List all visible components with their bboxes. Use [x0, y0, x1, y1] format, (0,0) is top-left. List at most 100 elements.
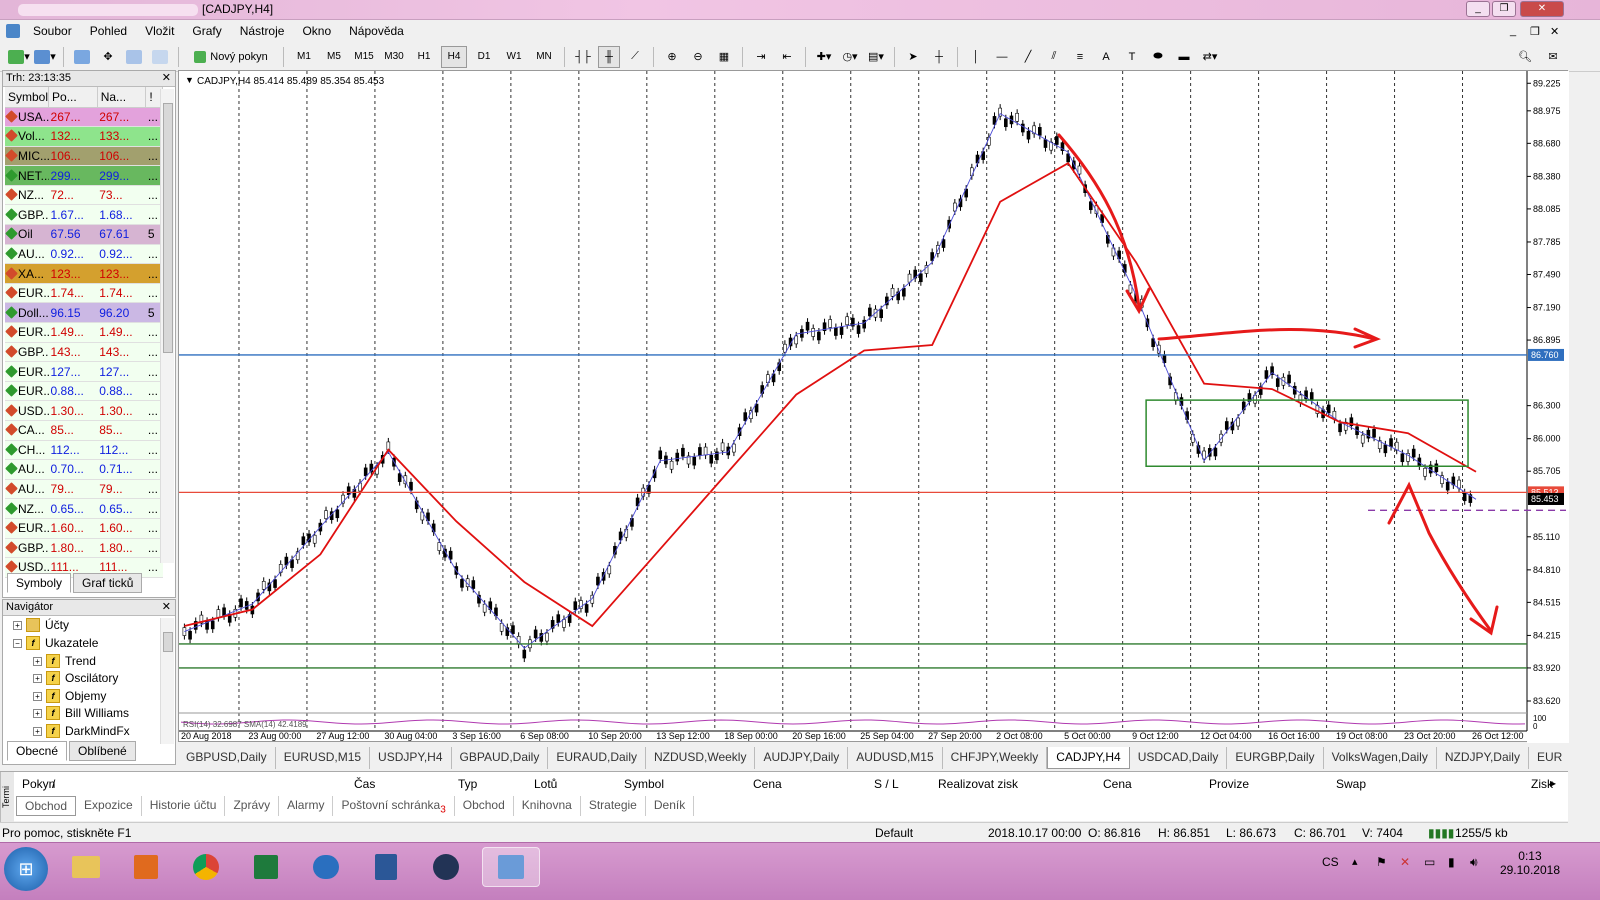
terminal-tab[interactable]: Strategie [581, 796, 646, 816]
rectangle-icon[interactable]: ▬ [1173, 46, 1195, 68]
market-watch-row[interactable]: MIC... 106... 106...... [5, 146, 163, 167]
close-button[interactable]: ✕ [1520, 1, 1564, 17]
chart-tab[interactable]: CADJPY,H4 [1047, 747, 1130, 769]
mdi-restore-button[interactable]: ❐ [1530, 25, 1540, 38]
terminal-tab[interactable]: Deník [646, 796, 695, 816]
terminal-column-header[interactable]: Pokyn [22, 777, 55, 791]
fibonacci-icon[interactable]: ≡ [1069, 46, 1091, 68]
market-watch-row[interactable]: NZ... 72... 73...... [5, 185, 163, 206]
market-watch-row[interactable]: EUR...1.74...1.74...... [5, 283, 163, 304]
word-icon[interactable] [360, 847, 412, 887]
market-watch-row[interactable]: GBP... 1.80... 1.80...... [5, 538, 163, 559]
ellipse-icon[interactable]: ⬬ [1147, 46, 1169, 68]
zoom-in-icon[interactable]: ⊕ [661, 46, 683, 68]
terminal-tab[interactable]: Zprávy [225, 796, 280, 816]
mdi-minimize-button[interactable]: _ [1510, 25, 1516, 37]
terminal-column-header[interactable]: Realizovat zisk [938, 777, 1018, 791]
navigator-scrollbar[interactable] [160, 618, 174, 744]
market-watch-row[interactable]: AU... 79... 79...... [5, 479, 163, 500]
explorer-icon[interactable] [60, 847, 112, 887]
market-watch-row[interactable]: Oil 67.56 67.61 5 [5, 224, 163, 245]
chart-tab[interactable]: GBPUSD,Daily [178, 747, 276, 769]
market-watch-row[interactable]: AU... 0.70... 0.71...... [5, 459, 163, 480]
outlook-icon[interactable] [300, 847, 352, 887]
tf-mn[interactable]: MN [531, 46, 557, 68]
chart-tab[interactable]: EURGBP,Daily [1227, 747, 1324, 769]
market-watch-row[interactable]: Doll... 96.15 96.20 5 [5, 302, 163, 324]
chart-tab[interactable]: CHFJPY,Weekly [943, 747, 1048, 769]
terminal-column-header[interactable]: Swap [1336, 777, 1366, 791]
mdi-close-button[interactable]: ✕ [1550, 25, 1559, 38]
data-window-icon[interactable]: ✥ [97, 46, 119, 68]
line-chart-icon[interactable]: ⟋ [624, 46, 646, 68]
tab-oblibene[interactable]: Oblíbené [69, 741, 136, 761]
col-bid[interactable]: Po... [48, 87, 98, 108]
tf-h4[interactable]: H4 [441, 45, 467, 68]
tf-h1[interactable]: H1 [411, 46, 437, 68]
col-ask[interactable]: Na... [97, 87, 147, 108]
terminal-column-header[interactable]: Cena [753, 777, 782, 791]
terminal-tab[interactable]: Obchod [16, 796, 77, 816]
zoom-out-icon[interactable]: ⊖ [687, 46, 709, 68]
market-watch-row[interactable]: NET... 299... 299...... [5, 165, 163, 186]
arrows-icon[interactable]: ⇄▾ [1199, 46, 1221, 68]
market-watch-row[interactable]: CA... 85... 85...... [5, 420, 163, 441]
market-watch-row[interactable]: EUR...127...127...... [5, 361, 163, 382]
text-label-icon[interactable]: T [1121, 46, 1143, 68]
tab-graf-ticku[interactable]: Graf ticků [73, 573, 143, 593]
tile-windows-icon[interactable]: ▦ [713, 46, 735, 68]
candlestick-icon[interactable]: ╫ [598, 45, 620, 68]
market-watch-row[interactable]: USA...267...267...... [5, 107, 163, 128]
volume-icon[interactable]: 🔊︎ [1470, 855, 1478, 870]
terminal-column-header[interactable]: Cena [1103, 777, 1132, 791]
chart-window[interactable]: 89.225 88.975 88.680 88.380 88.085 87.785 87.4… [178, 70, 1569, 743]
equidistant-channel-icon[interactable]: ⫽ [1043, 46, 1065, 68]
tray-app-icon[interactable]: ✕ [1400, 855, 1410, 869]
periods-icon[interactable]: ◷▾ [839, 46, 861, 68]
market-watch-icon[interactable] [71, 46, 93, 68]
terminal-column-header[interactable]: S / L [874, 777, 899, 791]
chart-tab[interactable]: USDCAD,Daily [1130, 747, 1228, 769]
market-watch-row[interactable]: NZ... 0.65... 0.65...... [5, 498, 163, 519]
new-order-button[interactable]: Nový pokyn [186, 46, 276, 68]
menu-grafy[interactable]: Grafy [183, 24, 230, 38]
nav-bill-williams[interactable]: + f Bill Williams [33, 706, 129, 720]
maximize-button[interactable]: ❐ [1492, 1, 1516, 17]
nav-darkmindfx[interactable]: + f DarkMindFx [33, 724, 130, 738]
trendline-icon[interactable]: ╱ [1017, 46, 1039, 68]
horizontal-line-icon[interactable]: — [991, 46, 1013, 68]
start-button[interactable]: ⊞ [4, 847, 48, 891]
vertical-line-icon[interactable]: │ [965, 46, 987, 68]
terminal-tab[interactable]: Poštovní schránka3 [333, 796, 455, 816]
market-watch-row[interactable]: Vol... 132... 133...... [5, 126, 163, 147]
terminal-column-header[interactable]: / [52, 777, 55, 791]
chart-tab[interactable]: NZDUSD,Weekly [646, 747, 756, 769]
terminal-tab[interactable]: Historie účtu [142, 796, 226, 816]
chart-tab[interactable]: VolksWagen,Daily [1324, 747, 1437, 769]
metatrader-icon[interactable] [482, 847, 540, 887]
terminal-tab[interactable]: Alarmy [279, 796, 334, 816]
excel-icon[interactable] [240, 847, 292, 887]
tf-m1[interactable]: M1 [291, 46, 317, 68]
tf-m15[interactable]: M15 [351, 46, 377, 68]
terminal-tab[interactable]: Expozice [76, 796, 142, 816]
market-watch-row[interactable]: EUR...1.49...1.49...... [5, 322, 163, 343]
menu-pohled[interactable]: Pohled [81, 24, 136, 38]
network-icon[interactable]: ▮ [1448, 855, 1455, 869]
nav-oscillators[interactable]: + f Oscilátory [33, 671, 118, 685]
market-watch-row[interactable]: XA... 123... 123...... [5, 263, 163, 284]
menu-soubor[interactable]: Soubor [24, 24, 81, 38]
close-icon[interactable]: ✕ [162, 600, 171, 613]
chart-tab[interactable]: EURAUD,Daily [548, 747, 647, 769]
bar-chart-icon[interactable]: ┤├ [572, 46, 594, 68]
menu-vlozit[interactable]: Vložit [136, 24, 183, 38]
terminal-column-header[interactable]: Symbol [624, 777, 664, 791]
new-chart-button[interactable]: ▾ [8, 46, 30, 68]
profiles-button[interactable]: ▾ [34, 46, 56, 68]
text-icon[interactable]: A [1095, 46, 1117, 68]
chart-tab[interactable]: AUDJPY,Daily [755, 747, 849, 769]
auto-scroll-icon[interactable]: ⇥ [750, 46, 772, 68]
security-app-icon[interactable] [420, 847, 472, 887]
market-watch-row[interactable]: EUR...0.88...0.88...... [5, 381, 163, 402]
close-icon[interactable]: ✕ [162, 71, 171, 84]
